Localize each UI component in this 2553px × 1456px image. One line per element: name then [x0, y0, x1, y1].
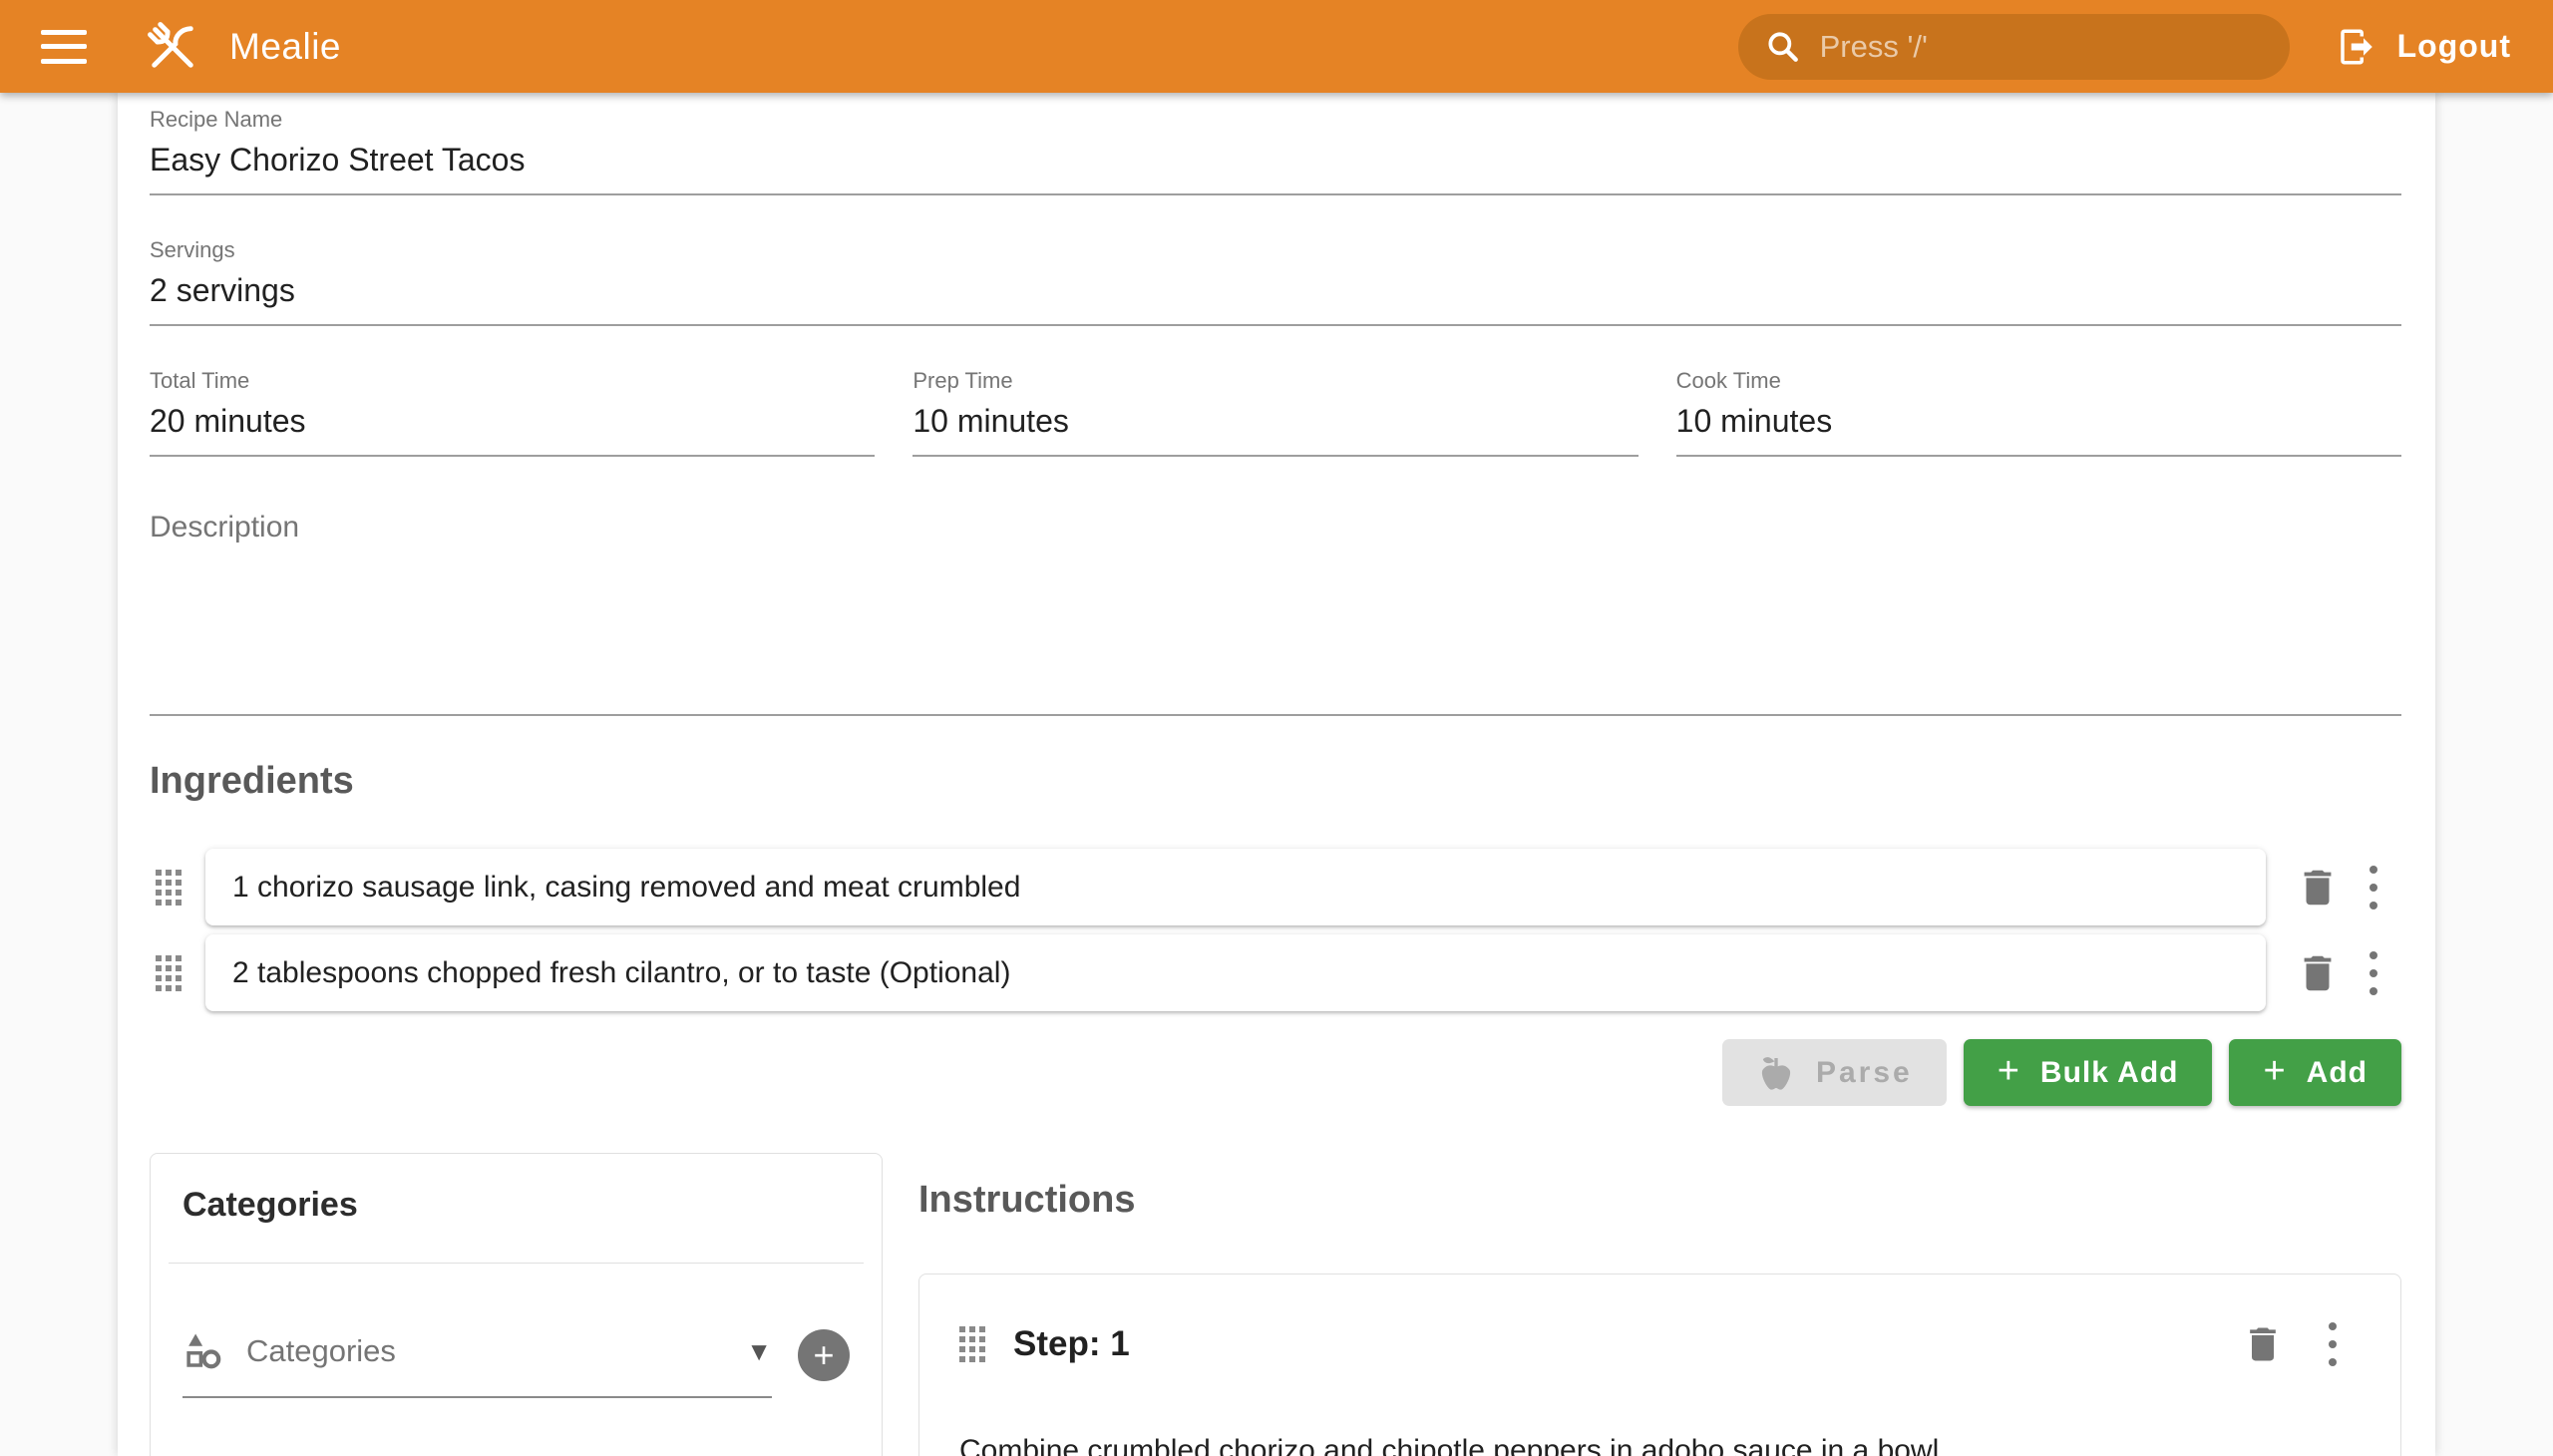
time-fields-row: Total Time Prep Time Cook Time [150, 368, 2401, 457]
prep-time-input[interactable] [912, 394, 1638, 457]
categories-column: Categories Categories ▼ + [150, 1153, 883, 1456]
description-label: Description [150, 511, 2401, 545]
drag-handle-icon[interactable] [959, 1326, 993, 1362]
categories-select[interactable]: Categories ▼ [182, 1330, 772, 1398]
plus-icon: + [1998, 1052, 2020, 1090]
ingredients-heading: Ingredients [150, 760, 2401, 803]
divider [169, 1263, 864, 1264]
step-menu-button[interactable] [2305, 1316, 2361, 1372]
recipe-name-input[interactable] [150, 133, 2401, 195]
app-title: Mealie [229, 26, 341, 68]
ingredient-card [205, 849, 2266, 925]
plus-icon: + [2263, 1052, 2286, 1090]
servings-field: Servings [150, 237, 2401, 326]
total-time-field: Total Time [150, 368, 875, 457]
drag-handle-icon[interactable] [156, 870, 189, 906]
categories-card: Categories Categories ▼ + [150, 1153, 883, 1456]
plus-icon: + [813, 1337, 834, 1373]
ingredient-menu-button[interactable] [2346, 945, 2401, 1001]
cook-time-input[interactable] [1676, 394, 2401, 457]
add-category-button[interactable]: + [798, 1329, 850, 1381]
step-header: Step: 1 [959, 1316, 2361, 1372]
bulk-add-label: Bulk Add [2040, 1056, 2179, 1090]
step-text[interactable]: Combine crumbled chorizo and chipotle pe… [959, 1430, 2361, 1456]
cook-time-field: Cook Time [1676, 368, 2401, 457]
recipe-editor-card: Recipe Name Servings Total Time Prep Tim… [118, 93, 2435, 1456]
bottom-columns: Categories Categories ▼ + [150, 1153, 2401, 1456]
ingredient-input[interactable] [232, 956, 2239, 990]
shapes-icon [182, 1330, 224, 1372]
search-input[interactable] [1820, 29, 2264, 65]
step-title: Step: 1 [1013, 1324, 1130, 1364]
prep-time-label: Prep Time [912, 368, 1638, 394]
app-bar: Mealie Logout [0, 0, 2553, 93]
search-bar[interactable] [1738, 14, 2290, 80]
step-card: Step: 1 Combine crumbled chorizo and chi… [918, 1274, 2401, 1456]
ingredient-card [205, 934, 2266, 1011]
instructions-column: Instructions Step: 1 Co [918, 1153, 2401, 1456]
search-icon [1764, 28, 1802, 66]
parse-label: Parse [1816, 1056, 1913, 1090]
ingredient-menu-button[interactable] [2346, 860, 2401, 915]
kebab-menu-icon [2370, 951, 2377, 995]
recipe-name-field: Recipe Name [150, 107, 2401, 195]
recipe-name-label: Recipe Name [150, 107, 2401, 133]
categories-select-label: Categories [246, 1333, 396, 1369]
instructions-heading: Instructions [918, 1179, 2401, 1222]
servings-input[interactable] [150, 263, 2401, 326]
parse-button[interactable]: Parse [1722, 1039, 1947, 1106]
kebab-menu-icon [2370, 866, 2377, 910]
chevron-down-icon: ▼ [746, 1336, 772, 1367]
description-input[interactable] [150, 545, 2401, 716]
mealie-logo-icon [142, 16, 203, 78]
prep-time-field: Prep Time [912, 368, 1638, 457]
ingredient-row [150, 934, 2401, 1011]
cook-time-label: Cook Time [1676, 368, 2401, 394]
add-label: Add [2307, 1056, 2368, 1090]
logout-icon [2336, 26, 2377, 68]
servings-label: Servings [150, 237, 2401, 263]
total-time-input[interactable] [150, 394, 875, 457]
kebab-menu-icon [2329, 1322, 2337, 1366]
total-time-label: Total Time [150, 368, 875, 394]
categories-select-row: Categories ▼ + [182, 1329, 850, 1399]
delete-ingredient-button[interactable] [2290, 860, 2346, 915]
bulk-add-button[interactable]: + Bulk Add [1964, 1039, 2213, 1106]
categories-card-title: Categories [182, 1186, 850, 1225]
ingredient-actions-row: Parse + Bulk Add + Add [150, 1039, 2401, 1106]
logout-label: Logout [2397, 28, 2511, 65]
trash-icon [2241, 1322, 2285, 1366]
ingredient-row [150, 849, 2401, 925]
ingredient-input[interactable] [232, 871, 2239, 905]
logout-button[interactable]: Logout [2336, 26, 2511, 68]
add-button[interactable]: + Add [2229, 1039, 2401, 1106]
menu-icon[interactable] [38, 27, 90, 67]
trash-icon [2295, 950, 2341, 996]
apple-icon [1756, 1053, 1796, 1093]
drag-handle-icon[interactable] [156, 955, 189, 991]
trash-icon [2295, 865, 2341, 910]
delete-step-button[interactable] [2235, 1316, 2291, 1372]
delete-ingredient-button[interactable] [2290, 945, 2346, 1001]
